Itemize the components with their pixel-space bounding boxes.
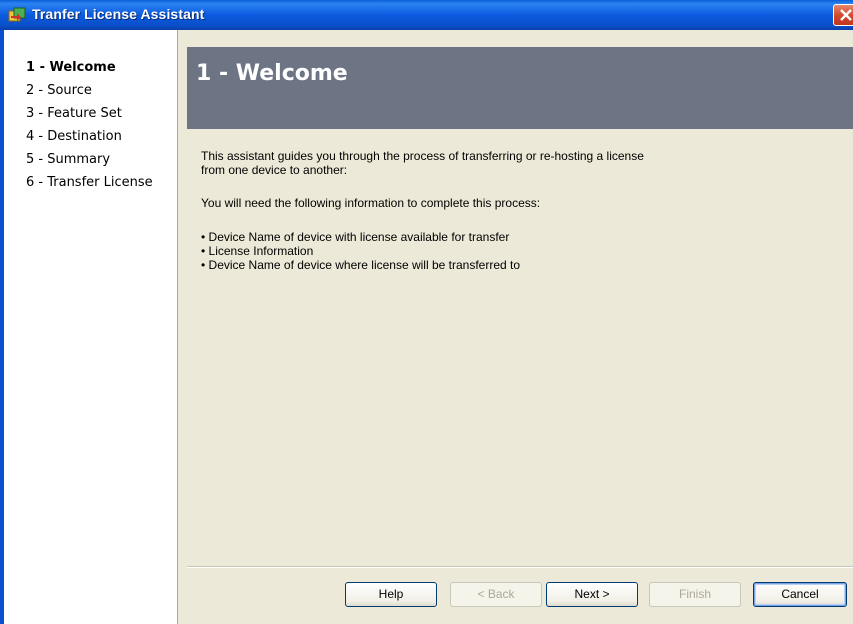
nav-item-source[interactable]: 2 - Source xyxy=(26,83,92,98)
page-title: 1 - Welcome xyxy=(196,61,348,86)
cancel-button[interactable]: Cancel xyxy=(753,582,847,607)
sidebar-splitter[interactable] xyxy=(177,30,182,624)
button-bar-separator xyxy=(187,566,853,568)
list-item: • Device Name of device where license wi… xyxy=(201,258,521,272)
back-button[interactable]: < Back xyxy=(450,582,542,607)
page-header: 1 - Welcome xyxy=(187,47,853,129)
intro-text-line2: from one device to another: xyxy=(201,163,348,177)
close-icon xyxy=(840,9,852,21)
title-bar[interactable]: Tranfer License Assistant xyxy=(0,0,853,30)
finish-button[interactable]: Finish xyxy=(649,582,741,607)
requirements-list: • Device Name of device with license ava… xyxy=(201,230,520,272)
license-assistant-icon xyxy=(8,6,26,24)
nav-item-welcome[interactable]: 1 - Welcome xyxy=(26,60,116,75)
help-button[interactable]: Help xyxy=(345,582,437,607)
list-item: • License Information xyxy=(201,244,314,258)
nav-item-feature-set[interactable]: 3 - Feature Set xyxy=(26,106,122,121)
nav-item-summary[interactable]: 5 - Summary xyxy=(26,152,110,167)
window-title: Tranfer License Assistant xyxy=(32,6,205,22)
info-needed-text: You will need the following information … xyxy=(201,196,541,210)
nav-item-transfer-license[interactable]: 6 - Transfer License xyxy=(26,175,153,190)
next-button[interactable]: Next > xyxy=(546,582,638,607)
intro-text-line1: This assistant guides you through the pr… xyxy=(201,149,644,163)
nav-item-destination[interactable]: 4 - Destination xyxy=(26,129,122,144)
close-button[interactable] xyxy=(833,4,853,26)
steps-sidebar: 1 - Welcome 2 - Source 3 - Feature Set 4… xyxy=(4,30,177,624)
list-item: • Device Name of device with license ava… xyxy=(201,230,510,244)
